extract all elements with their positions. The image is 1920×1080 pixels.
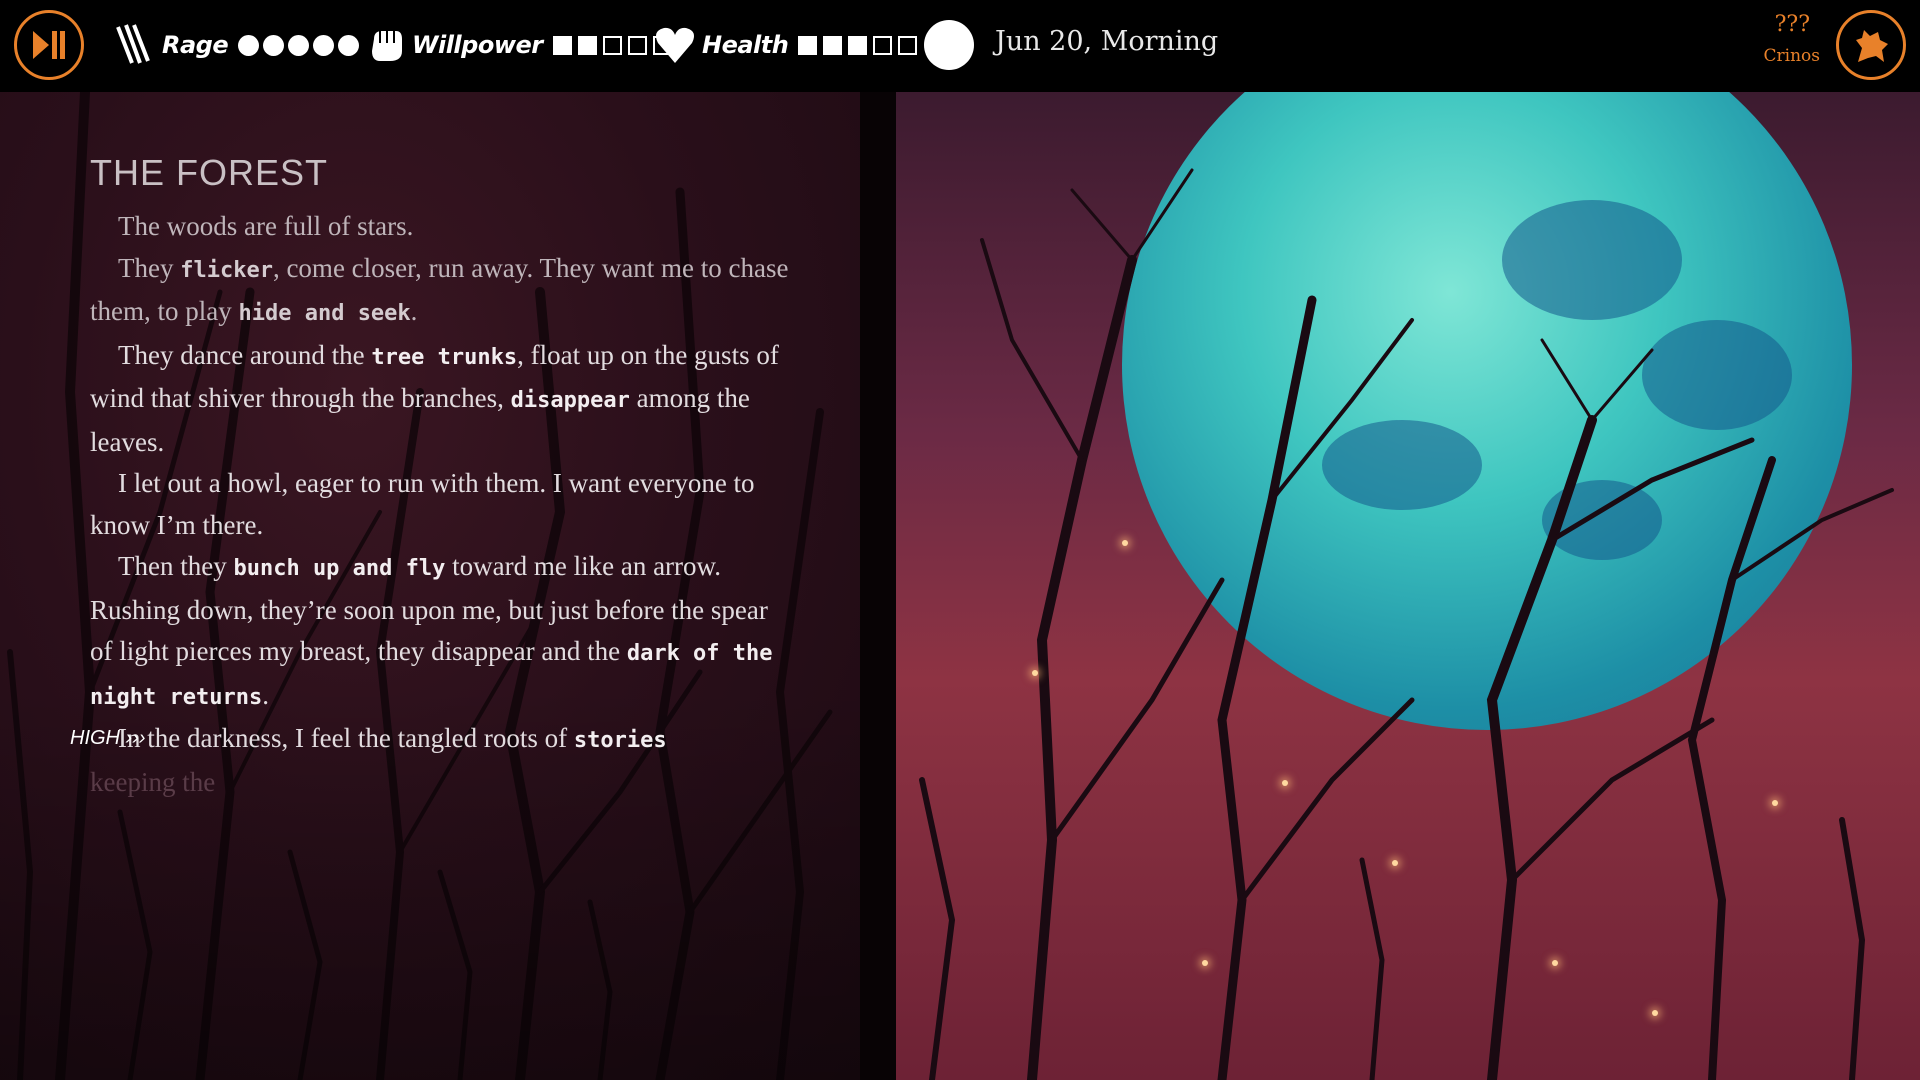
text-span: .	[410, 296, 418, 326]
firefly	[1122, 540, 1128, 546]
story-paragraph: Then they bunch up and fly toward me lik…	[90, 546, 790, 718]
scene-title: THE FOREST	[90, 152, 329, 193]
health-label: Health	[702, 31, 789, 59]
date-time: Jun 20, Morning	[995, 26, 1219, 57]
rage-dot	[338, 34, 360, 56]
firefly	[1552, 960, 1558, 966]
keyword-hide-and-seek[interactable]: hide and seek	[238, 301, 410, 326]
rage-dot	[288, 34, 310, 56]
rage-stat: Rage	[112, 22, 363, 68]
top-hud: Rage Willpower Health Jun 20, Morning ??…	[0, 0, 1920, 92]
keyword-stories[interactable]: stories	[574, 728, 667, 753]
willpower-box	[602, 35, 622, 55]
health-box	[898, 35, 918, 55]
text-span: In the darkness, I feel the tangled root…	[118, 723, 574, 753]
rage-dot	[313, 34, 335, 56]
keyword-flicker[interactable]: flicker	[180, 258, 273, 283]
story-paragraph: The woods are full of stars.	[90, 206, 790, 248]
story-paragraph: I let out a howl, eager to run with them…	[90, 463, 790, 546]
health-box	[873, 35, 893, 55]
keyword-disappear[interactable]: disappear	[511, 388, 630, 413]
form-unknown: ???	[1774, 12, 1810, 37]
willpower-stat: Willpower	[366, 22, 678, 68]
keyword-tree-trunks[interactable]: tree trunks	[371, 345, 517, 370]
fist-icon	[372, 31, 402, 61]
story-paragraph: They dance around the tree trunks, float…	[90, 335, 790, 464]
form-button[interactable]	[1836, 10, 1906, 80]
health-box	[823, 35, 843, 55]
werewolf-icon	[1856, 30, 1888, 62]
willpower-box	[627, 35, 647, 55]
firefly	[1772, 800, 1778, 806]
firefly	[1282, 780, 1288, 786]
bare-trees	[919, 168, 1894, 1080]
firefly	[1652, 1010, 1658, 1016]
health-box	[848, 35, 868, 55]
text-span: I let out a howl, eager to run with them…	[90, 468, 755, 540]
willpower-box	[577, 35, 597, 55]
firefly	[1202, 960, 1208, 966]
health-box	[798, 35, 818, 55]
firefly	[1032, 670, 1038, 676]
play-pause-icon	[33, 31, 65, 59]
text-span: They dance around the	[118, 339, 372, 370]
story-panel: THE FOREST The woods are full of stars. …	[0, 92, 888, 1080]
text-span: The woods are full of stars.	[118, 211, 414, 241]
heart-icon	[656, 27, 694, 63]
claw-icon	[116, 24, 150, 64]
firefly	[1392, 860, 1398, 866]
text-span: They	[118, 252, 181, 283]
text-span: .	[262, 679, 269, 710]
panel-divider	[860, 92, 896, 1080]
story-paragraph-current: HIGH ››› In the darkness, I feel the tang…	[70, 718, 790, 762]
story-text: THE FOREST The woods are full of stars. …	[70, 152, 790, 803]
form-name: Crinos	[1763, 46, 1820, 66]
health-stat: Health	[654, 22, 923, 68]
play-pause-button[interactable]	[14, 10, 84, 80]
rage-high-tag: HIGH ›››	[70, 727, 146, 749]
willpower-box	[552, 35, 572, 55]
keyword-bunch-up[interactable]: bunch up and fly	[233, 556, 445, 581]
scene-illustration	[892, 80, 1920, 1080]
rage-dot	[238, 34, 260, 56]
rage-label: Rage	[162, 31, 229, 59]
text-span: Then they	[118, 551, 234, 581]
story-paragraph: They flicker, come closer, run away. The…	[90, 248, 790, 335]
willpower-label: Willpower	[412, 31, 543, 59]
moon-phase-icon	[924, 20, 974, 70]
rage-dot	[263, 34, 285, 56]
fading-text: keeping the	[90, 766, 216, 797]
